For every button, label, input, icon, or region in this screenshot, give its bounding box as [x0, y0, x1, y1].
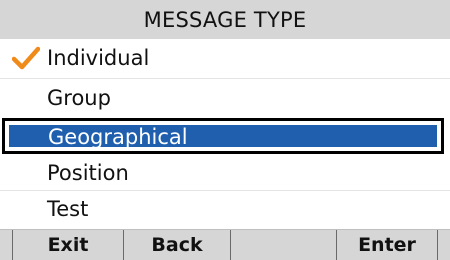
softkey-divider: [437, 230, 438, 260]
empty-softkey[interactable]: [231, 230, 336, 260]
menu-item-label: Group: [47, 86, 111, 110]
screen-title-bar: MESSAGE TYPE: [0, 0, 450, 39]
exit-softkey[interactable]: Exit: [13, 230, 123, 260]
menu-item-label: Individual: [47, 46, 150, 70]
menu-item-label: Geographical: [48, 125, 188, 149]
menu-item-individual[interactable]: Individual: [0, 39, 450, 77]
message-type-menu: Individual Group Geographical Position T…: [0, 39, 450, 229]
back-softkey[interactable]: Back: [124, 230, 230, 260]
enter-softkey[interactable]: Enter: [337, 230, 437, 260]
back-softkey-label: Back: [151, 234, 203, 256]
menu-item-label: Test: [47, 197, 89, 221]
menu-item-label: Position: [47, 161, 129, 185]
screen-title: MESSAGE TYPE: [143, 7, 307, 32]
checkmark-icon: [12, 46, 40, 70]
menu-item-geographical[interactable]: Geographical: [2, 118, 444, 154]
enter-softkey-label: Enter: [358, 234, 416, 256]
exit-softkey-label: Exit: [47, 234, 89, 256]
menu-item-group[interactable]: Group: [0, 79, 450, 117]
menu-item-position[interactable]: Position: [0, 154, 450, 192]
softkey-bar: Exit Back Enter: [0, 229, 450, 260]
menu-item-test[interactable]: Test: [0, 190, 450, 228]
